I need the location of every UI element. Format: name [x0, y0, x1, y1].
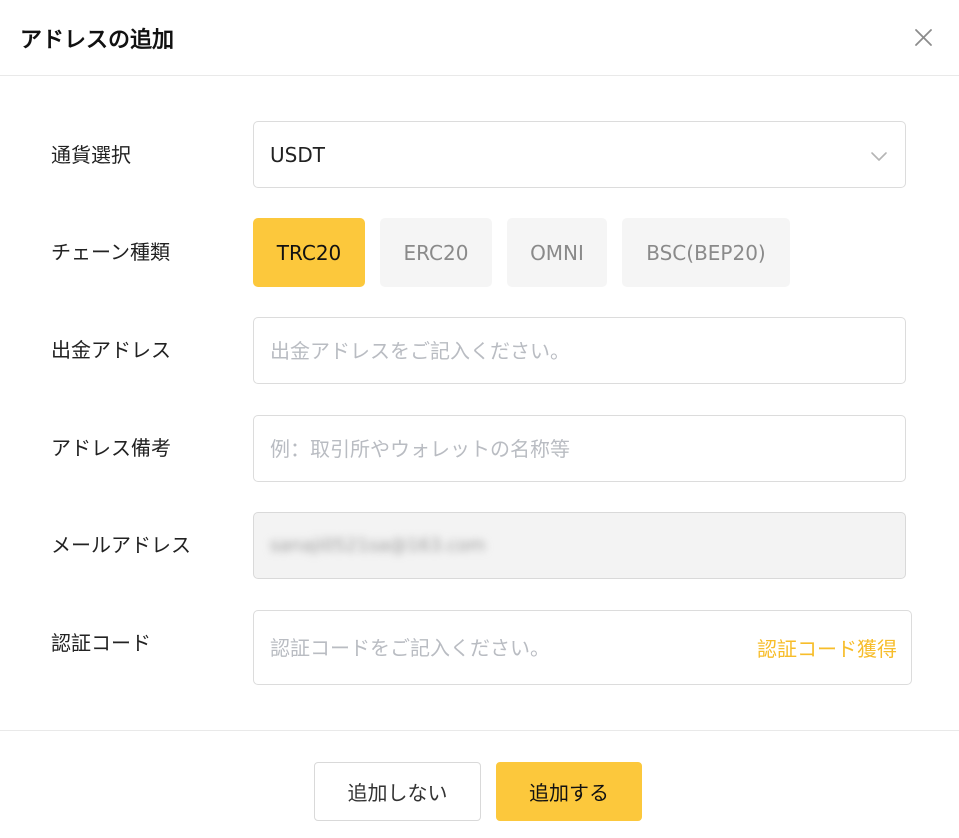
- email-field: sanaji0521sa@163.com: [253, 512, 906, 579]
- email-label: メールアドレス: [51, 533, 191, 557]
- verification-code-field-wrapper: 認証コード獲得: [253, 610, 912, 685]
- currency-label: 通貨選択: [51, 143, 131, 167]
- address-note-field-wrapper: [253, 415, 906, 482]
- chain-label: チェーン種類: [51, 240, 170, 264]
- currency-select[interactable]: USDT: [253, 121, 906, 188]
- get-verification-code-link[interactable]: 認証コード獲得: [757, 611, 897, 684]
- chevron-down-icon: [871, 152, 887, 161]
- withdraw-address-field-wrapper: [253, 317, 906, 384]
- chain-option-erc20[interactable]: ERC20: [380, 218, 492, 287]
- dialog-header: アドレスの追加: [0, 0, 959, 76]
- add-button[interactable]: 追加する: [496, 762, 642, 821]
- withdraw-address-label: 出金アドレス: [51, 338, 171, 362]
- chain-option-omni[interactable]: OMNI: [507, 218, 607, 287]
- verification-code-label: 認証コード: [51, 631, 151, 655]
- close-button[interactable]: [910, 24, 938, 52]
- currency-selected-value: USDT: [270, 142, 325, 167]
- dialog-footer: 追加しない 追加する: [0, 730, 959, 838]
- dialog-title: アドレスの追加: [20, 28, 175, 53]
- cancel-button[interactable]: 追加しない: [314, 762, 481, 821]
- email-value: sanaji0521sa@163.com: [270, 535, 486, 556]
- add-address-dialog: アドレスの追加 通貨選択 USDT チェーン種類 TRC20 ERC20 OMN…: [0, 0, 959, 838]
- chain-option-bsc[interactable]: BSC(BEP20): [622, 218, 790, 287]
- address-note-label: アドレス備考: [51, 436, 171, 460]
- withdraw-address-input[interactable]: [254, 318, 905, 383]
- address-note-input[interactable]: [254, 416, 905, 481]
- close-icon: [915, 29, 932, 46]
- chain-option-trc20[interactable]: TRC20: [253, 218, 365, 287]
- verification-code-input[interactable]: [254, 611, 734, 684]
